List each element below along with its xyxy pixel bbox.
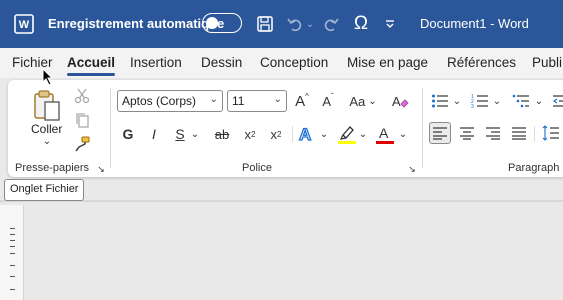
bullets-dropdown-icon[interactable]: ⌄ [452,92,462,110]
svg-text:A: A [392,94,401,109]
customize-toolbar-icon[interactable] [382,12,398,36]
tab-dessin[interactable]: Dessin [201,55,242,70]
toggle-knob [206,17,218,29]
document-area[interactable] [0,200,563,300]
svg-text:A: A [299,125,311,144]
undo-dropdown-icon[interactable]: ⌄ [305,12,315,36]
symbol-omega-icon[interactable]: Ω [350,12,372,36]
group-separator [422,88,423,168]
font-size-combo[interactable]: 11 ⌄ [227,90,287,112]
line-spacing-icon[interactable] [540,122,562,144]
superscript-mark: 2 [277,129,282,139]
svg-text:W: W [19,19,30,31]
superscript-button[interactable]: x2 [266,123,286,145]
tab-references[interactable]: Références [447,55,516,70]
underline-button[interactable]: S [171,123,189,145]
decrease-indent-icon[interactable] [552,90,563,112]
align-center-icon[interactable] [456,122,478,144]
font-color-icon[interactable]: A [374,122,396,146]
chevron-down-icon: ⌄ [209,94,218,105]
chevron-down-icon: ⌄ [273,94,282,105]
grow-font-label: A [295,92,306,110]
format-painter-icon[interactable] [72,134,92,154]
cut-icon[interactable] [72,86,92,106]
tab-accueil[interactable]: Accueil [67,55,116,76]
caret-down-icon: ˇ [331,91,334,101]
title-bar: W Enregistrement automatique ⌄ Ω Documen… [0,0,563,48]
group-separator [292,126,293,142]
chevron-down-icon: ⌄ [368,95,377,107]
tab-conception[interactable]: Conception [260,55,328,70]
paste-icon[interactable] [30,86,64,126]
svg-text:3: 3 [471,104,474,109]
subscript-button[interactable]: x2 [240,123,260,145]
group-separator [534,126,535,142]
text-effects-dropdown-icon[interactable]: ⌄ [319,125,329,143]
text-effects-icon[interactable]: A [296,123,318,145]
paste-dropdown-icon[interactable]: ⌄ [40,136,54,147]
bullets-icon[interactable] [429,90,451,112]
ruler-tick [10,289,15,290]
ruler-tick [10,228,15,229]
caret-up-icon: ^ [305,91,309,101]
copy-icon[interactable] [72,110,92,130]
multilevel-list-icon[interactable] [510,90,532,112]
subscript-mark: 2 [251,129,256,139]
svg-text:A: A [379,125,389,141]
clipboard-group-label: Presse-papiers [15,162,89,174]
shrink-font-label: A [322,93,331,109]
ruler-tick [10,265,15,266]
clear-formatting-icon[interactable]: A [390,90,410,112]
ruler-tick [10,253,15,254]
ribbon-panel: Coller ⌄ Presse-papiers ↘ Aptos (Corps) … [8,80,563,177]
autosave-label: Enregistrement automatique [48,16,225,31]
redo-icon[interactable] [320,12,342,36]
multilevel-dropdown-icon[interactable]: ⌄ [534,92,544,110]
font-name-value: Aptos (Corps) [122,94,197,108]
ruler-tick [10,276,15,277]
undo-icon[interactable] [284,12,306,36]
justify-icon[interactable] [508,122,530,144]
underline-dropdown-icon[interactable]: ⌄ [190,125,200,143]
ruler-tick [10,240,15,241]
italic-button[interactable]: I [145,123,163,145]
grow-font-button[interactable]: A ^ [292,90,312,112]
word-logo-icon: W [14,14,34,34]
clipboard-launcher-icon[interactable]: ↘ [96,164,106,174]
numbering-dropdown-icon[interactable]: ⌄ [492,92,502,110]
save-icon[interactable] [254,12,276,36]
ribbon-tabs: Fichier Accueil Insertion Dessin Concept… [0,48,563,78]
font-group-label: Police [242,162,272,174]
change-case-label: Aa [349,93,366,109]
tab-mise-en-page[interactable]: Mise en page [347,55,428,70]
highlight-icon[interactable] [336,122,358,146]
document-title: Document1 - Word [420,16,529,31]
font-size-value: 11 [232,94,245,108]
align-left-icon[interactable] [429,122,451,144]
group-separator [110,88,111,168]
align-right-icon[interactable] [482,122,504,144]
tab-publipostage[interactable]: Publi [532,55,562,70]
font-color-dropdown-icon[interactable]: ⌄ [398,125,408,143]
tooltip: Onglet Fichier [4,179,85,201]
bold-button[interactable]: G [119,123,137,145]
horizontal-ruler [0,200,563,202]
strikethrough-button[interactable]: ab [211,123,233,145]
autosave-toggle[interactable] [202,13,242,33]
paragraph-group-label: Paragraph [508,162,560,174]
tab-insertion[interactable]: Insertion [130,55,182,70]
ruler-tick [10,234,15,235]
font-name-combo[interactable]: Aptos (Corps) ⌄ [117,90,223,112]
shrink-font-button[interactable]: Aˇ [318,90,338,112]
change-case-button[interactable]: Aa ⌄ [346,90,380,112]
ruler-tick [10,246,15,247]
numbering-icon[interactable]: 123 [469,90,491,112]
highlight-dropdown-icon[interactable]: ⌄ [358,125,368,143]
vertical-ruler [0,205,24,300]
font-launcher-icon[interactable]: ↘ [407,164,417,174]
paste-label[interactable]: Coller [31,122,62,136]
mouse-cursor-icon [42,68,54,86]
